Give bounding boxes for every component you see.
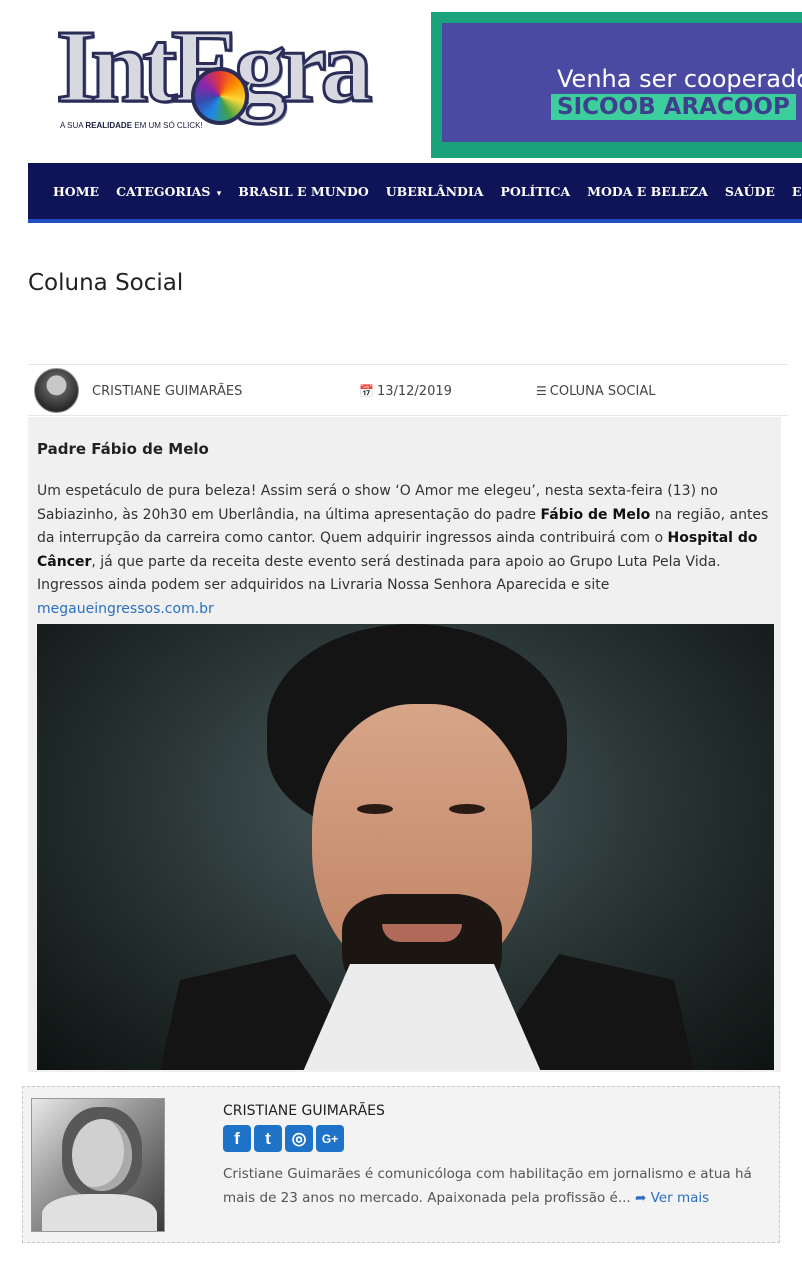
banner-brand: SICOOB ARACOOP [551,94,796,120]
instagram-icon[interactable]: ◎ [285,1125,313,1152]
banner-headline: Venha ser cooperado [557,65,802,93]
site-logo[interactable]: IntEgra A SUA REALIDADE EM UM SÓ CLICK! [54,13,376,145]
share-arrow-icon: ➦ [635,1190,647,1206]
ver-mais-link[interactable]: ➦ Ver mais [635,1190,709,1206]
nav-item-saude[interactable]: SAÚDE [725,184,775,199]
main-nav: HOME CATEGORIAS ▾ BRASIL E MUNDO UBERLÂN… [28,163,802,223]
calendar-icon: 📅 [359,384,374,398]
nav-item-home[interactable]: HOME [53,184,99,199]
list-icon: ☰ [536,384,547,398]
post-category-label: COLUNA SOCIAL [549,384,656,399]
article-title: Padre Fábio de Melo [37,440,209,458]
social-links: f t ◎ G+ [223,1125,344,1152]
post-meta: CRISTIANE GUIMARÃES 📅 13/12/2019 ☰ COLUNA … [28,364,788,416]
nav-item-brasil-e-mundo[interactable]: BRASIL E MUNDO [238,184,368,199]
ticket-site-link[interactable]: megaueingressos.com.br [37,601,214,617]
banner-panel: Venha ser cooperado SICOOB ARACOOP [442,23,802,142]
author-bio: Cristiane Guimarães é comunicóloga com h… [223,1166,752,1206]
article-body: Um espetáculo de pura beleza! Assim será… [37,483,769,617]
author-box-name[interactable]: CRISTIANE GUIMARÃES [223,1103,385,1119]
post-date-value: 13/12/2019 [376,384,452,399]
post-category[interactable]: ☰ COLUNA SOCIAL [536,384,655,399]
nav-item-label: CATEGORIAS [116,183,211,199]
nav-item-esporte[interactable]: ESPORTE [792,184,802,199]
author-avatar[interactable] [34,368,79,413]
nav-item-uberlandia[interactable]: UBERLÂNDIA [386,184,484,199]
nav-item-categorias[interactable]: CATEGORIAS ▾ [116,184,221,199]
google-plus-icon[interactable]: G+ [316,1125,344,1152]
facebook-icon[interactable]: f [223,1125,251,1152]
post-date: 📅 13/12/2019 [359,384,452,399]
logo-tagline: A SUA REALIDADE EM UM SÓ CLICK! [60,121,203,130]
color-wheel-icon [191,67,249,125]
ad-banner[interactable]: Venha ser cooperado SICOOB ARACOOP [431,12,802,158]
twitter-icon[interactable]: t [254,1125,282,1152]
author-name[interactable]: CRISTIANE GUIMARÃES [92,384,242,399]
nav-item-politica[interactable]: POLÍTICA [500,184,570,199]
author-photo[interactable] [31,1098,165,1232]
chevron-down-icon: ▾ [216,188,222,199]
page-title: Coluna Social [28,270,184,296]
nav-item-moda-e-beleza[interactable]: MODA E BELEZA [587,184,708,199]
article-photo [37,624,774,1070]
author-box: CRISTIANE GUIMARÃES f t ◎ G+ Cristiane G… [22,1086,780,1243]
article-card: Padre Fábio de Melo Um espetáculo de pur… [28,417,781,1072]
